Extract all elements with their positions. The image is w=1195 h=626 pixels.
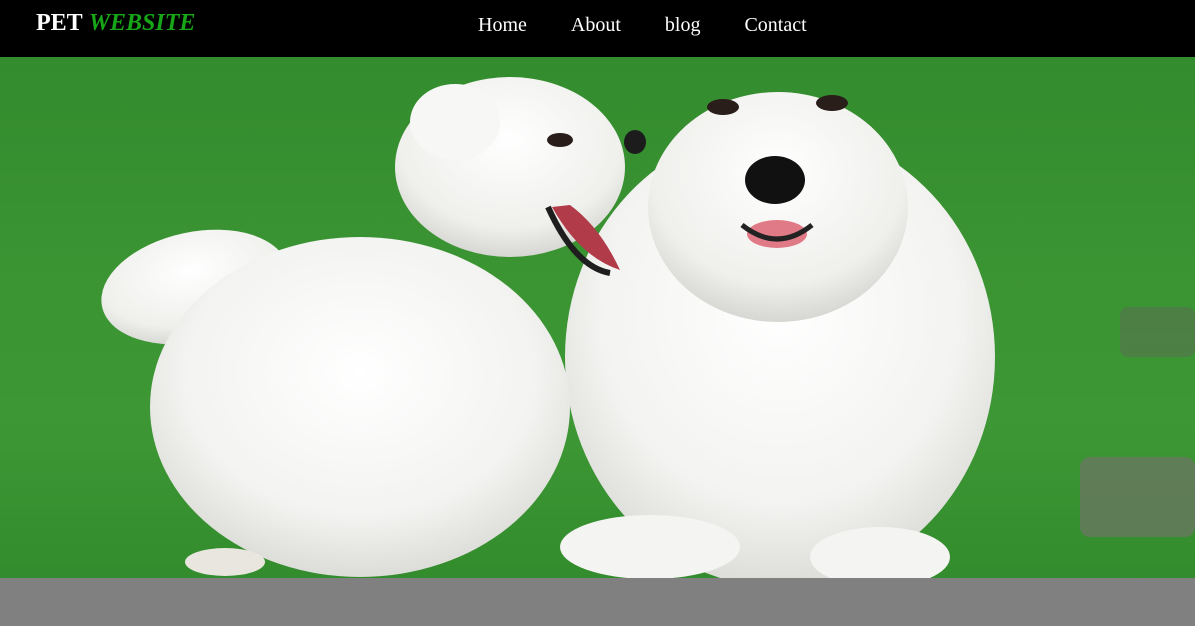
adult-dog-head — [648, 92, 908, 322]
nav-contact-link[interactable]: Contact — [744, 11, 806, 39]
nav-home-link[interactable]: Home — [478, 11, 527, 39]
top-navbar: PET WEBSITE Home About blog Contact — [0, 0, 1195, 57]
samoyed-dogs-illustration — [0, 57, 1195, 578]
puppy-body — [150, 237, 570, 577]
logo-text-pet: PET — [36, 10, 83, 36]
nav-blog-link[interactable]: blog — [665, 11, 701, 39]
nav-about-link[interactable]: About — [571, 11, 621, 39]
main-nav: Home About blog Contact — [478, 11, 807, 39]
site-logo[interactable]: PET WEBSITE — [36, 8, 195, 38]
hero-image — [0, 57, 1195, 578]
logo-text-website: WEBSITE — [88, 10, 196, 36]
footer-strip — [0, 578, 1195, 626]
